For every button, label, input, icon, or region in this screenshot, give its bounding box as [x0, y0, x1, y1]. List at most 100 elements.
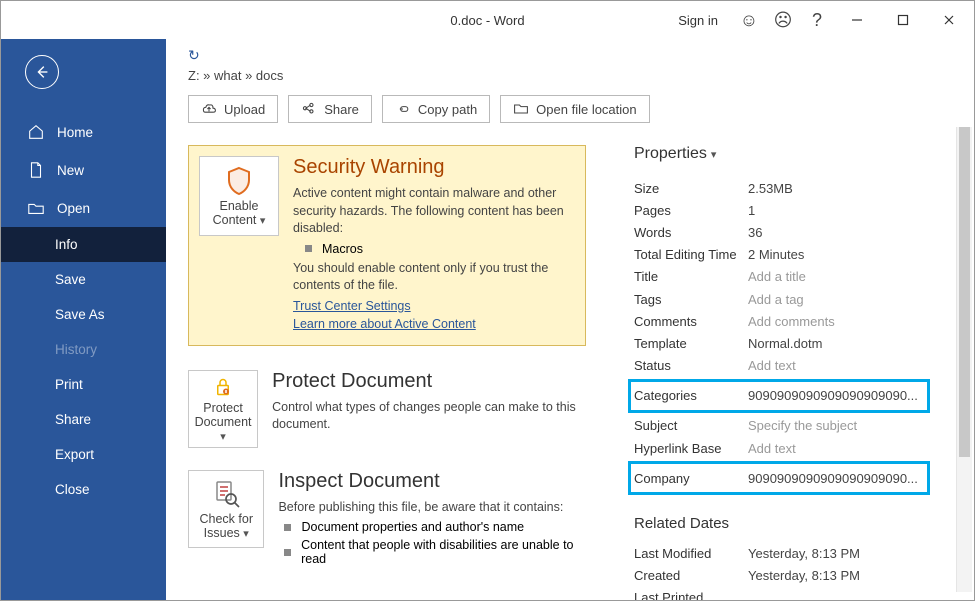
nav-close[interactable]: Close — [1, 472, 166, 507]
prop-value: 2.53MB — [748, 181, 793, 196]
nav-home[interactable]: Home — [1, 113, 166, 151]
protect-document-button[interactable]: ProtectDocument ▾ — [188, 370, 258, 448]
check-for-issues-button[interactable]: Check forIssues ▾ — [188, 470, 264, 548]
nav-label: Print — [55, 377, 83, 392]
prop-label: Company — [634, 471, 748, 486]
folder-icon — [513, 101, 529, 117]
breadcrumb[interactable]: Z: » what » docs — [188, 68, 974, 83]
link-icon — [395, 101, 411, 117]
nav-list: Home New Open Info Save Save As History … — [1, 113, 166, 507]
nav-open[interactable]: Open — [1, 189, 166, 227]
prop-company[interactable]: Company9090909090909090909090... — [634, 467, 924, 489]
nav-label: History — [55, 342, 97, 357]
nav-export[interactable]: Export — [1, 437, 166, 472]
nav-label: New — [57, 163, 84, 178]
properties-dropdown[interactable]: Properties▾ — [634, 145, 924, 163]
nav-label: Save — [55, 272, 86, 287]
prop-label: Hyperlink Base — [634, 441, 748, 456]
button-label: Open file location — [536, 102, 636, 117]
upload-icon — [201, 101, 217, 117]
copy-path-button[interactable]: Copy path — [382, 95, 490, 123]
chevron-down-icon: ▾ — [260, 215, 266, 227]
nav-saveas[interactable]: Save As — [1, 297, 166, 332]
prop-label: Comments — [634, 314, 748, 329]
warning-text: Active content might contain malware and… — [293, 185, 571, 238]
scrollbar-thumb[interactable] — [959, 127, 970, 457]
bullet-text: Content that people with disabilities ar… — [301, 538, 586, 566]
nav-new[interactable]: New — [1, 151, 166, 189]
sign-in-link[interactable]: Sign in — [672, 13, 724, 28]
frown-feedback-icon[interactable]: ☹ — [766, 10, 800, 31]
prop-value: Add a title — [748, 269, 806, 284]
related-dates-heading: Related Dates — [634, 515, 924, 532]
smile-feedback-icon[interactable]: ☺ — [732, 10, 766, 31]
enable-content-button[interactable]: EnableContent ▾ — [199, 156, 279, 236]
document-icon — [27, 161, 45, 179]
refresh-icon[interactable]: ↻ — [188, 47, 974, 64]
bullet-text: Macros — [322, 242, 363, 256]
nav-label: Info — [55, 237, 78, 252]
chevron-down-icon: ▾ — [220, 431, 226, 443]
prop-pages: Pages1 — [634, 199, 924, 221]
help-icon[interactable]: ? — [800, 10, 834, 31]
properties-label: Properties — [634, 145, 707, 163]
lock-icon — [207, 375, 239, 399]
nav-info[interactable]: Info — [1, 227, 166, 262]
nav-label: Close — [55, 482, 90, 497]
minimize-button[interactable] — [834, 1, 880, 39]
inspect-title: Inspect Document — [278, 470, 586, 493]
prop-tags[interactable]: TagsAdd a tag — [634, 288, 924, 310]
prop-status[interactable]: StatusAdd text — [634, 355, 924, 377]
upload-button[interactable]: Upload — [188, 95, 278, 123]
maximize-button[interactable] — [880, 1, 926, 39]
prop-label: Pages — [634, 203, 748, 218]
protect-title: Protect Document — [272, 370, 586, 393]
button-label: Issues — [204, 526, 240, 540]
open-file-location-button[interactable]: Open file location — [500, 95, 649, 123]
prop-hyperlink-base[interactable]: Hyperlink BaseAdd text — [634, 437, 924, 459]
prop-value: 9090909090909090909090... — [748, 471, 918, 486]
prop-comments[interactable]: CommentsAdd comments — [634, 310, 924, 332]
nav-share[interactable]: Share — [1, 402, 166, 437]
share-button[interactable]: Share — [288, 95, 372, 123]
content-row: EnableContent ▾ Security Warning Active … — [166, 145, 974, 600]
prop-value: Specify the subject — [748, 418, 857, 433]
prop-label: Title — [634, 269, 748, 284]
warning-bullet: Macros — [305, 242, 571, 256]
button-label: Content — [213, 213, 257, 227]
back-button[interactable] — [25, 55, 59, 89]
prop-last-printed: Last Printed — [634, 587, 924, 600]
protect-document-card: ProtectDocument ▾ Protect Document Contr… — [188, 370, 586, 448]
window-title: 0.doc - Word — [450, 13, 524, 28]
nav-print[interactable]: Print — [1, 367, 166, 402]
button-label: Copy path — [418, 102, 477, 117]
prop-label: Status — [634, 358, 748, 373]
prop-template: TemplateNormal.dotm — [634, 332, 924, 354]
bullet-icon — [284, 549, 291, 556]
close-button[interactable] — [926, 1, 972, 39]
prop-value: Yesterday, 8:13 PM — [748, 568, 860, 583]
trust-center-link[interactable]: Trust Center Settings — [293, 299, 571, 313]
prop-subject[interactable]: SubjectSpecify the subject — [634, 415, 924, 437]
prop-categories[interactable]: Categories9090909090909090909090... — [634, 385, 924, 407]
security-warning-card: EnableContent ▾ Security Warning Active … — [188, 145, 586, 346]
warning-text2: You should enable content only if you tr… — [293, 260, 571, 295]
prop-words: Words36 — [634, 221, 924, 243]
nav-save[interactable]: Save — [1, 262, 166, 297]
prop-title[interactable]: TitleAdd a title — [634, 266, 924, 288]
protect-text: Control what types of changes people can… — [272, 399, 586, 434]
folder-open-icon — [27, 199, 45, 217]
bullet-text: Document properties and author's name — [301, 520, 524, 534]
nav-history: History — [1, 332, 166, 367]
bullet-icon — [284, 524, 291, 531]
prop-label: Created — [634, 568, 748, 583]
prop-label: Last Printed — [634, 590, 748, 600]
prop-value: Add text — [748, 441, 796, 456]
protect-body: Protect Document Control what types of c… — [272, 370, 586, 448]
chevron-down-icon: ▾ — [243, 528, 249, 540]
prop-label: Categories — [634, 388, 748, 403]
vertical-scrollbar[interactable] — [956, 127, 972, 592]
button-label: Upload — [224, 102, 265, 117]
active-content-link[interactable]: Learn more about Active Content — [293, 317, 571, 331]
info-toolbar: Upload Share Copy path Open file locatio… — [188, 95, 974, 123]
